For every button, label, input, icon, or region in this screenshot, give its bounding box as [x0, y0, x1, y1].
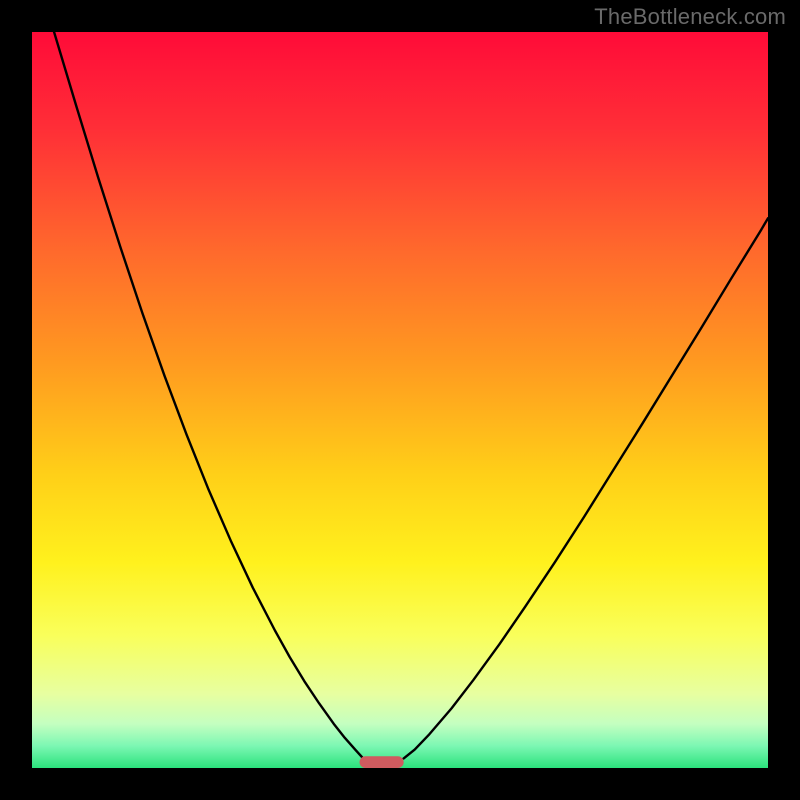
plot-svg	[32, 32, 768, 768]
plot-area	[32, 32, 768, 768]
watermark-text: TheBottleneck.com	[594, 4, 786, 30]
bottleneck-marker	[360, 756, 404, 768]
